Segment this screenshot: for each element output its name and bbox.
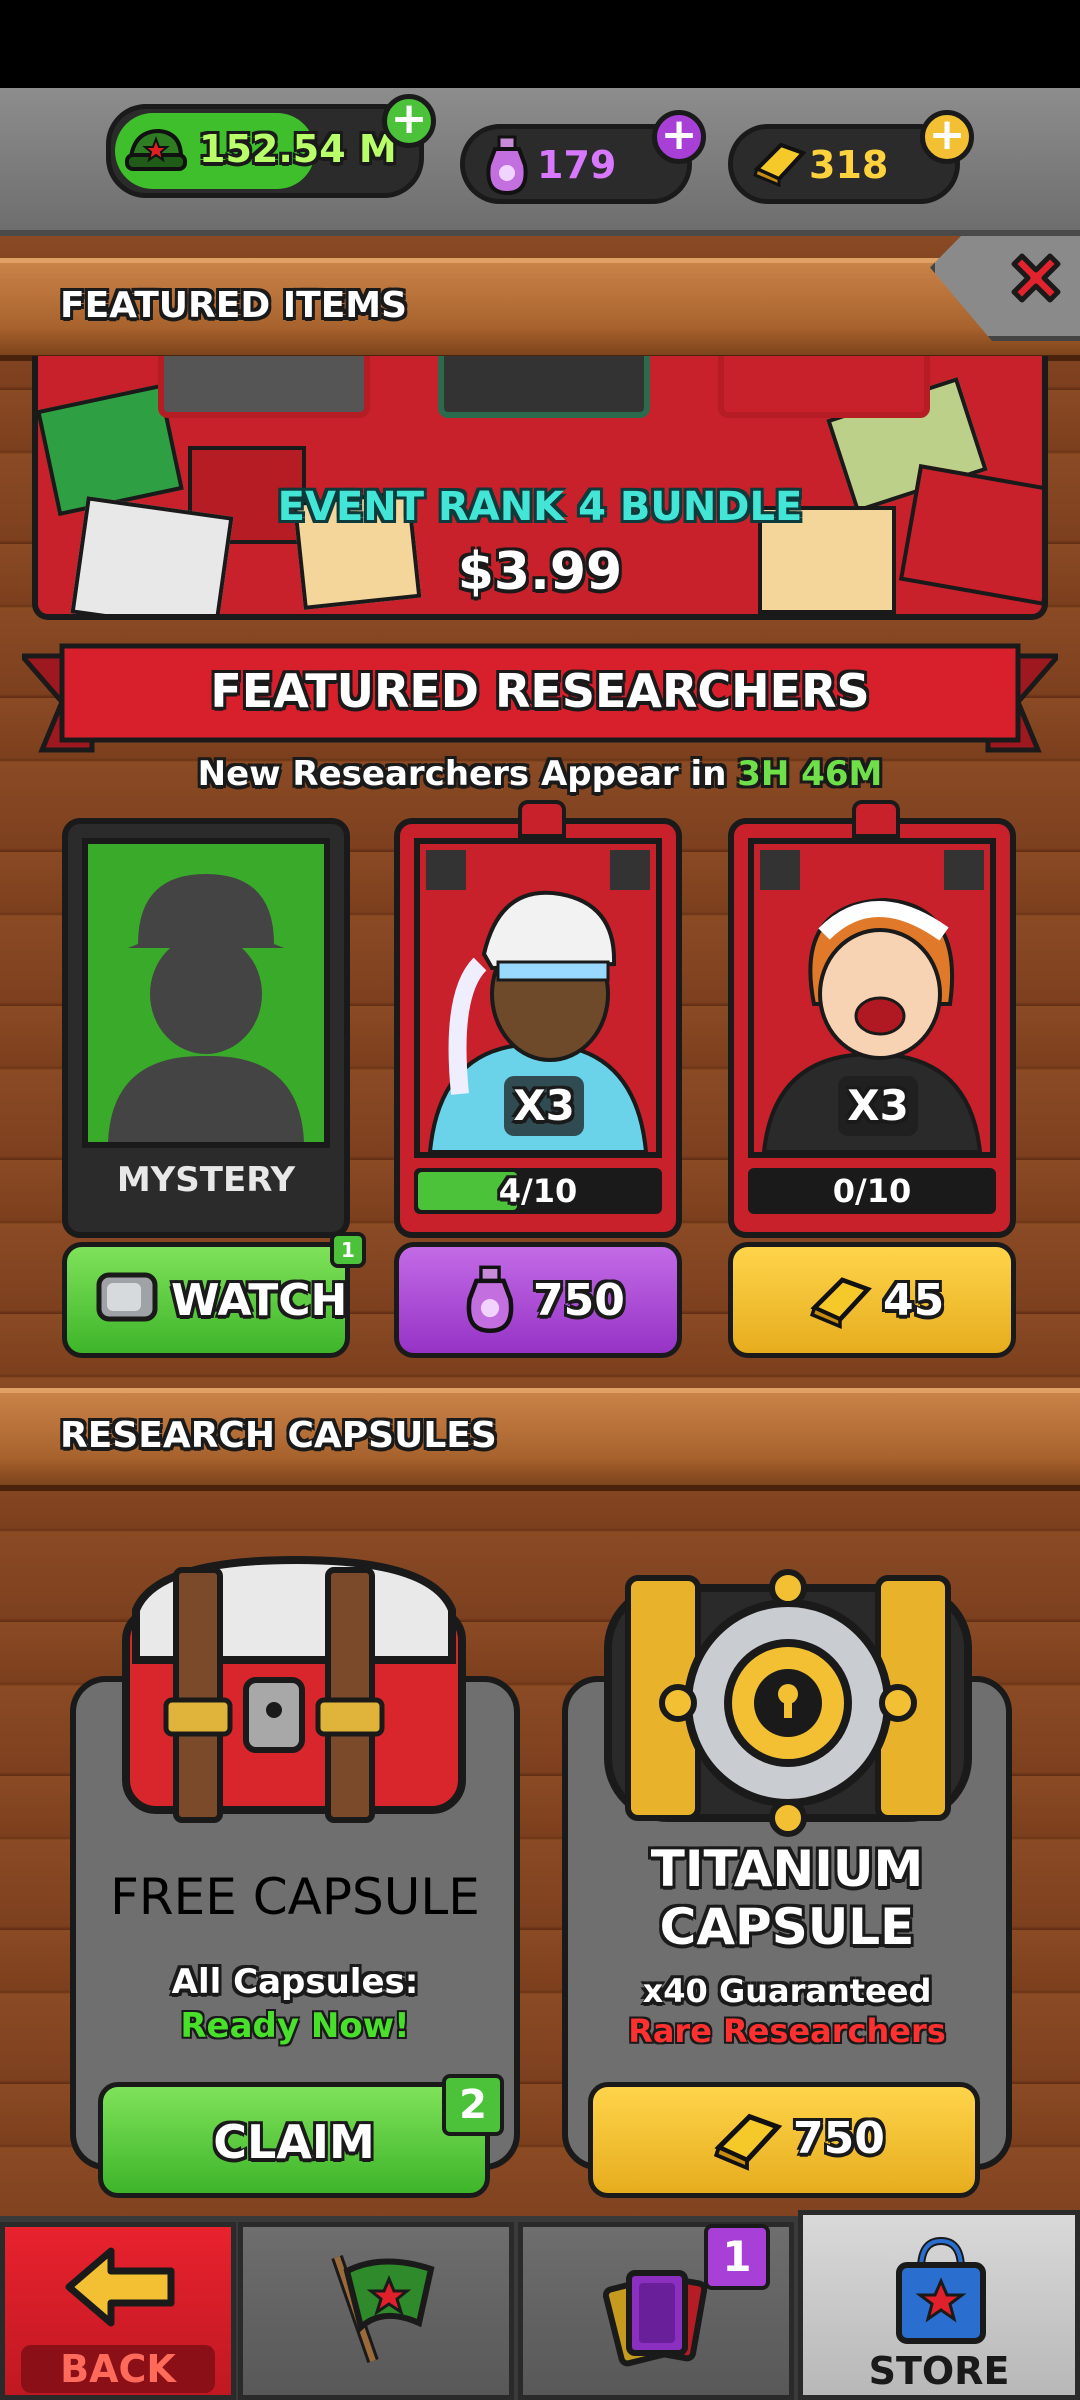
cash-value: 152.54 M — [199, 127, 397, 171]
progress-text: 4/10 — [498, 1172, 578, 1210]
gold-price: 45 — [883, 1275, 945, 1326]
research-capsules-header: RESEARCH CAPSULES — [0, 1388, 1080, 1491]
timer-value: 3H 46M — [737, 754, 883, 794]
watch-label: WATCH — [171, 1275, 348, 1326]
card-ornament-icon — [852, 800, 900, 838]
potion-icon — [486, 135, 528, 195]
watch-count-badge: 1 — [330, 1232, 366, 1268]
titanium-line2: Rare Researchers — [628, 2012, 946, 2050]
researcher-portrait: X3 — [748, 838, 996, 1158]
add-gold-button[interactable]: + — [920, 110, 974, 164]
events-tab[interactable] — [238, 2222, 514, 2400]
offer-title: EVENT RANK 4 BUNDLE — [277, 484, 803, 530]
researcher-portrait: X3 — [414, 838, 662, 1158]
add-potion-button[interactable]: + — [652, 110, 706, 164]
mystery-label: MYSTERY — [116, 1160, 296, 1200]
claim-label: CLAIM — [213, 2115, 375, 2169]
gold-bar-icon — [713, 2113, 783, 2171]
titanium-title-line2: CAPSULE — [659, 1898, 915, 1956]
store-tab[interactable]: STORE — [798, 2210, 1080, 2400]
tv-icon — [96, 1272, 158, 1322]
progress-bar-bg: 0/10 — [748, 1168, 996, 1214]
flag-icon — [331, 2255, 435, 2363]
free-capsule-icon — [122, 1555, 466, 1823]
buy-titanium-button[interactable]: 750 — [588, 2082, 980, 2198]
progress-text: 0/10 — [832, 1172, 912, 1210]
back-tab[interactable]: BACK — [0, 2222, 236, 2400]
multiplier-label: X3 — [504, 1076, 584, 1136]
titanium-capsule-icon — [604, 1569, 972, 1837]
cards-icon — [603, 2270, 708, 2367]
bundle-item-slot — [158, 356, 370, 418]
free-capsule-status: Ready Now! — [180, 2006, 410, 2046]
watch-ad-button[interactable]: WATCH — [62, 1242, 350, 1358]
back-arrow-icon — [65, 2247, 175, 2327]
researchers-ribbon: FEATURED RESEARCHERS — [22, 642, 1058, 766]
claim-count-badge: 2 — [442, 2074, 504, 2136]
add-cash-button[interactable]: + — [382, 94, 436, 148]
claim-button[interactable]: CLAIM — [98, 2082, 490, 2198]
mystery-portrait — [82, 838, 330, 1148]
researchers-banner-title: FEATURED RESEARCHERS — [210, 664, 870, 718]
close-icon — [1011, 253, 1061, 303]
researcher-card-3[interactable]: X3 0/10 — [728, 800, 1016, 1238]
close-button[interactable] — [1004, 250, 1068, 314]
mystery-researcher-card[interactable]: MYSTERY — [62, 818, 350, 1238]
army-hat-icon — [125, 128, 187, 171]
store-label: STORE — [868, 2349, 1010, 2393]
gold-bar-icon — [809, 1277, 872, 1329]
timer-prefix: New Researchers Appear in — [197, 754, 727, 794]
silhouette-icon — [108, 874, 304, 1142]
researchers-timer: New Researchers Appear in 3H 46M — [0, 754, 1080, 794]
potion-value: 179 — [537, 143, 617, 187]
multiplier-label: X3 — [838, 1076, 918, 1136]
featured-items-header: FEATURED ITEMS — [0, 258, 1080, 361]
buy-with-gold-button[interactable]: 45 — [728, 1242, 1016, 1358]
back-label: BACK — [60, 2347, 176, 2391]
status-bar — [0, 0, 1080, 88]
bundle-item-slot — [718, 356, 930, 418]
cash-counter[interactable]: 152.54 M — [106, 104, 424, 198]
currency-bar: 152.54 M + 179 + 318 + — [0, 88, 1080, 236]
featured-items-title: FEATURED ITEMS — [60, 285, 408, 326]
cards-count-badge: 1 — [704, 2224, 770, 2290]
potion-price: 750 — [533, 1275, 625, 1326]
research-capsules-title: RESEARCH CAPSULES — [60, 1415, 497, 1456]
free-capsule-line1: All Capsules: — [171, 1962, 419, 2002]
potion-icon — [466, 1265, 514, 1333]
gold-value: 318 — [809, 143, 889, 187]
titanium-price: 750 — [793, 2113, 885, 2164]
bundle-item-slot — [438, 356, 650, 418]
titanium-line1: x40 Guaranteed — [642, 1972, 932, 2010]
free-capsule-title: FREE CAPSULE — [110, 1868, 480, 1926]
gold-bar-icon — [753, 142, 807, 188]
progress-bar-bg: 4/10 — [414, 1168, 662, 1214]
buy-with-potions-button[interactable]: 750 — [394, 1242, 682, 1358]
titanium-title-line1: TITANIUM — [650, 1840, 924, 1898]
shopping-bag-icon — [896, 2236, 986, 2344]
offer-price: $3.99 — [457, 542, 623, 602]
researcher-card-2[interactable]: X3 4/10 — [394, 800, 682, 1238]
featured-offer-banner[interactable]: EVENT RANK 4 BUNDLE $3.99 — [32, 356, 1048, 620]
card-ornament-icon — [518, 800, 566, 838]
